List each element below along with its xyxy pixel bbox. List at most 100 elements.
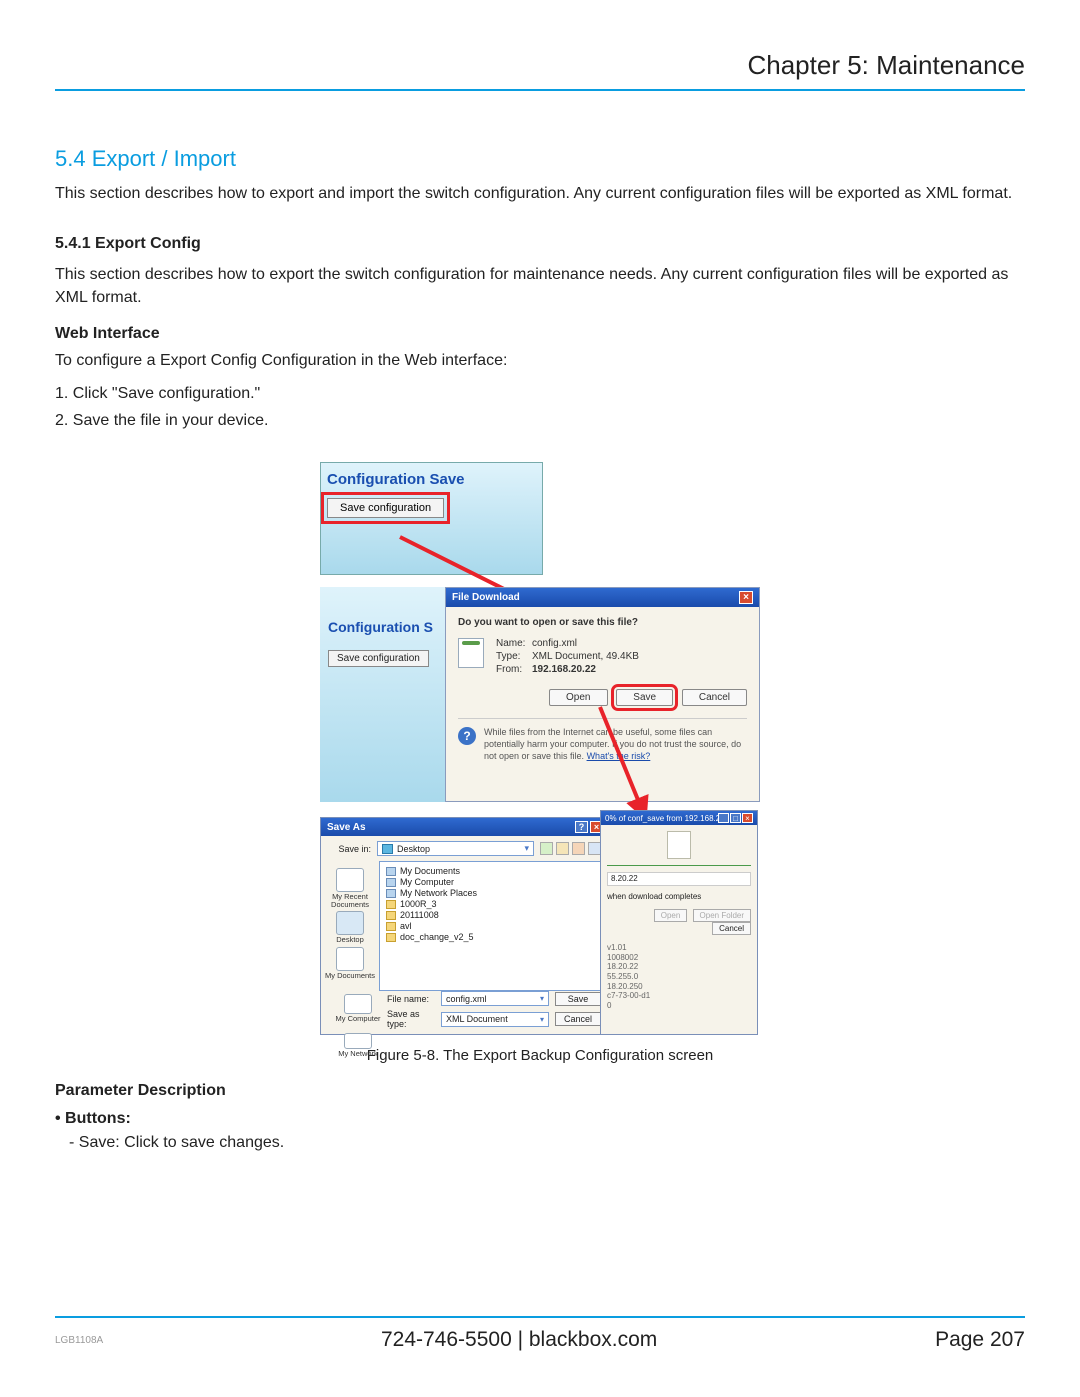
section-title: 5.4 Export / Import <box>55 146 1025 172</box>
folder-icon <box>386 900 396 909</box>
subsection-title: 5.4.1 Export Config <box>55 235 1025 253</box>
mycomputer-icon[interactable] <box>344 994 372 1014</box>
parameter-description-heading: Parameter Description <box>55 1082 1025 1100</box>
open-folder-button[interactable]: Open Folder <box>693 909 751 922</box>
page-number: Page 207 <box>935 1328 1025 1352</box>
cancel-button[interactable]: Cancel <box>682 689 747 706</box>
save-in-value: Desktop <box>397 844 430 854</box>
section-intro: This section describes how to export and… <box>55 182 1025 205</box>
dialog-question: Do you want to open or save this file? <box>458 617 747 628</box>
figure: Configuration Save Save configuration Co… <box>320 462 760 1064</box>
network-icon[interactable] <box>344 1033 372 1049</box>
minimize-icon[interactable]: _ <box>718 813 729 823</box>
from-value: 192.168.20.22 <box>532 664 596 675</box>
desktop-label: Desktop <box>323 936 377 944</box>
type-value: XML Document, 49.4KB <box>532 651 639 662</box>
model-number: LGB1108A <box>55 1335 103 1346</box>
save-in-dropdown[interactable]: Desktop ▾ <box>377 841 534 856</box>
new-folder-icon[interactable] <box>572 842 585 855</box>
config-s-title: Configuration S <box>328 617 439 635</box>
progress-details: v1.01 1008002 18.20.22 55.255.0 18.20.25… <box>607 943 751 1010</box>
download-progress-dialog: 0% of conf_save from 192.168.20.22 Compl… <box>600 810 758 1035</box>
list-item[interactable]: avl <box>386 921 602 931</box>
config-save-panel-2: Configuration S Save configuration <box>320 587 445 802</box>
footer-contact: 724-746-5500 | blackbox.com <box>103 1328 935 1352</box>
list-item[interactable]: 20111008 <box>386 910 602 920</box>
progress-from: 8.20.22 <box>607 872 751 886</box>
folder-icon <box>386 922 396 931</box>
folder-icon <box>382 844 393 854</box>
save-button[interactable]: Save <box>616 689 673 706</box>
close-when-done-checkbox[interactable]: when download completes <box>607 892 751 901</box>
toolbar <box>540 842 601 855</box>
file-download-dialog: File Download × Do you want to open or s… <box>445 587 760 802</box>
chevron-down-icon: ▾ <box>540 994 544 1003</box>
network-icon <box>386 889 396 898</box>
subsection-intro: This section describes how to export the… <box>55 263 1025 309</box>
list-item[interactable]: My Computer <box>386 877 602 887</box>
save-description: - Save: Click to save changes. <box>69 1134 1025 1152</box>
web-interface-intro: To configure a Export Config Configurati… <box>55 349 1025 372</box>
file-list[interactable]: My Documents My Computer My Network Plac… <box>379 861 609 991</box>
list-item[interactable]: My Network Places <box>386 888 602 898</box>
save-as-title: Save As <box>327 822 366 833</box>
computer-icon <box>386 878 396 887</box>
type-label: Type: <box>496 651 532 662</box>
web-interface-heading: Web Interface <box>55 325 1025 343</box>
back-icon[interactable] <box>540 842 553 855</box>
close-icon[interactable]: × <box>742 813 753 823</box>
list-item[interactable]: doc_change_v2_5 <box>386 932 602 942</box>
list-item[interactable]: My Documents <box>386 866 602 876</box>
cancel-button[interactable]: Cancel <box>555 1012 601 1026</box>
maximize-icon[interactable]: □ <box>730 813 741 823</box>
dialog-title: File Download <box>452 592 520 603</box>
folder-icon <box>386 911 396 920</box>
warning-text: While files from the Internet can be use… <box>484 727 747 762</box>
save-in-label: Save in: <box>329 844 371 854</box>
filename-label: File name: <box>387 994 435 1004</box>
save-as-dialog: Save As ?× Save in: Desktop▾ My Recen <box>320 817 610 1035</box>
progress-title: 0% of conf_save from 192.168.20.22 Compl… <box>605 814 718 823</box>
config-save-panel: Configuration Save Save configuration <box>320 462 543 575</box>
open-button[interactable]: Open <box>549 689 607 706</box>
step-2: 2. Save the file in your device. <box>55 409 1025 432</box>
mycomputer-label: My Computer <box>331 1015 385 1023</box>
help-icon: ? <box>458 727 476 745</box>
places-bar: My Recent Documents Desktop My Documents <box>321 861 379 991</box>
recent-icon[interactable] <box>336 868 364 892</box>
step-1: 1. Click "Save configuration." <box>55 382 1025 405</box>
up-icon[interactable] <box>556 842 569 855</box>
buttons-bullet: • Buttons: <box>55 1110 1025 1128</box>
mydocs-icon[interactable] <box>336 947 364 971</box>
save-configuration-button-2[interactable]: Save configuration <box>328 650 429 667</box>
filetype-label: Save as type: <box>387 1009 435 1029</box>
mydocs-label: My Documents <box>323 972 377 980</box>
chevron-down-icon: ▾ <box>524 843 529 854</box>
file-details: Name:config.xml Type:XML Document, 49.4K… <box>496 638 639 677</box>
folder-icon <box>386 867 396 876</box>
config-save-title: Configuration Save <box>327 469 536 488</box>
desktop-icon[interactable] <box>336 911 364 935</box>
file-icon <box>667 831 691 859</box>
close-icon[interactable]: × <box>739 591 753 604</box>
chevron-down-icon: ▾ <box>540 1015 544 1024</box>
cancel-button[interactable]: Cancel <box>712 922 751 935</box>
from-label: From: <box>496 664 532 675</box>
filetype-dropdown[interactable]: XML Document▾ <box>441 1012 549 1027</box>
list-item[interactable]: 1000R_3 <box>386 899 602 909</box>
help-icon[interactable]: ? <box>575 821 588 833</box>
filename-input[interactable]: config.xml▾ <box>441 991 549 1006</box>
file-download-panel: Configuration S Save configuration File … <box>320 587 760 802</box>
chapter-header: Chapter 5: Maintenance <box>55 50 1025 91</box>
name-value: config.xml <box>532 638 577 649</box>
open-button[interactable]: Open <box>654 909 688 922</box>
whats-the-risk-link[interactable]: What's the risk? <box>587 751 651 761</box>
folder-icon <box>386 933 396 942</box>
save-configuration-button[interactable]: Save configuration <box>327 498 444 518</box>
recent-label: My Recent Documents <box>323 893 377 908</box>
file-icon <box>458 638 484 668</box>
mynetwork-label: My Network <box>331 1050 385 1058</box>
name-label: Name: <box>496 638 532 649</box>
page-footer: LGB1108A 724-746-5500 | blackbox.com Pag… <box>55 1316 1025 1352</box>
save-button[interactable]: Save <box>555 992 601 1006</box>
